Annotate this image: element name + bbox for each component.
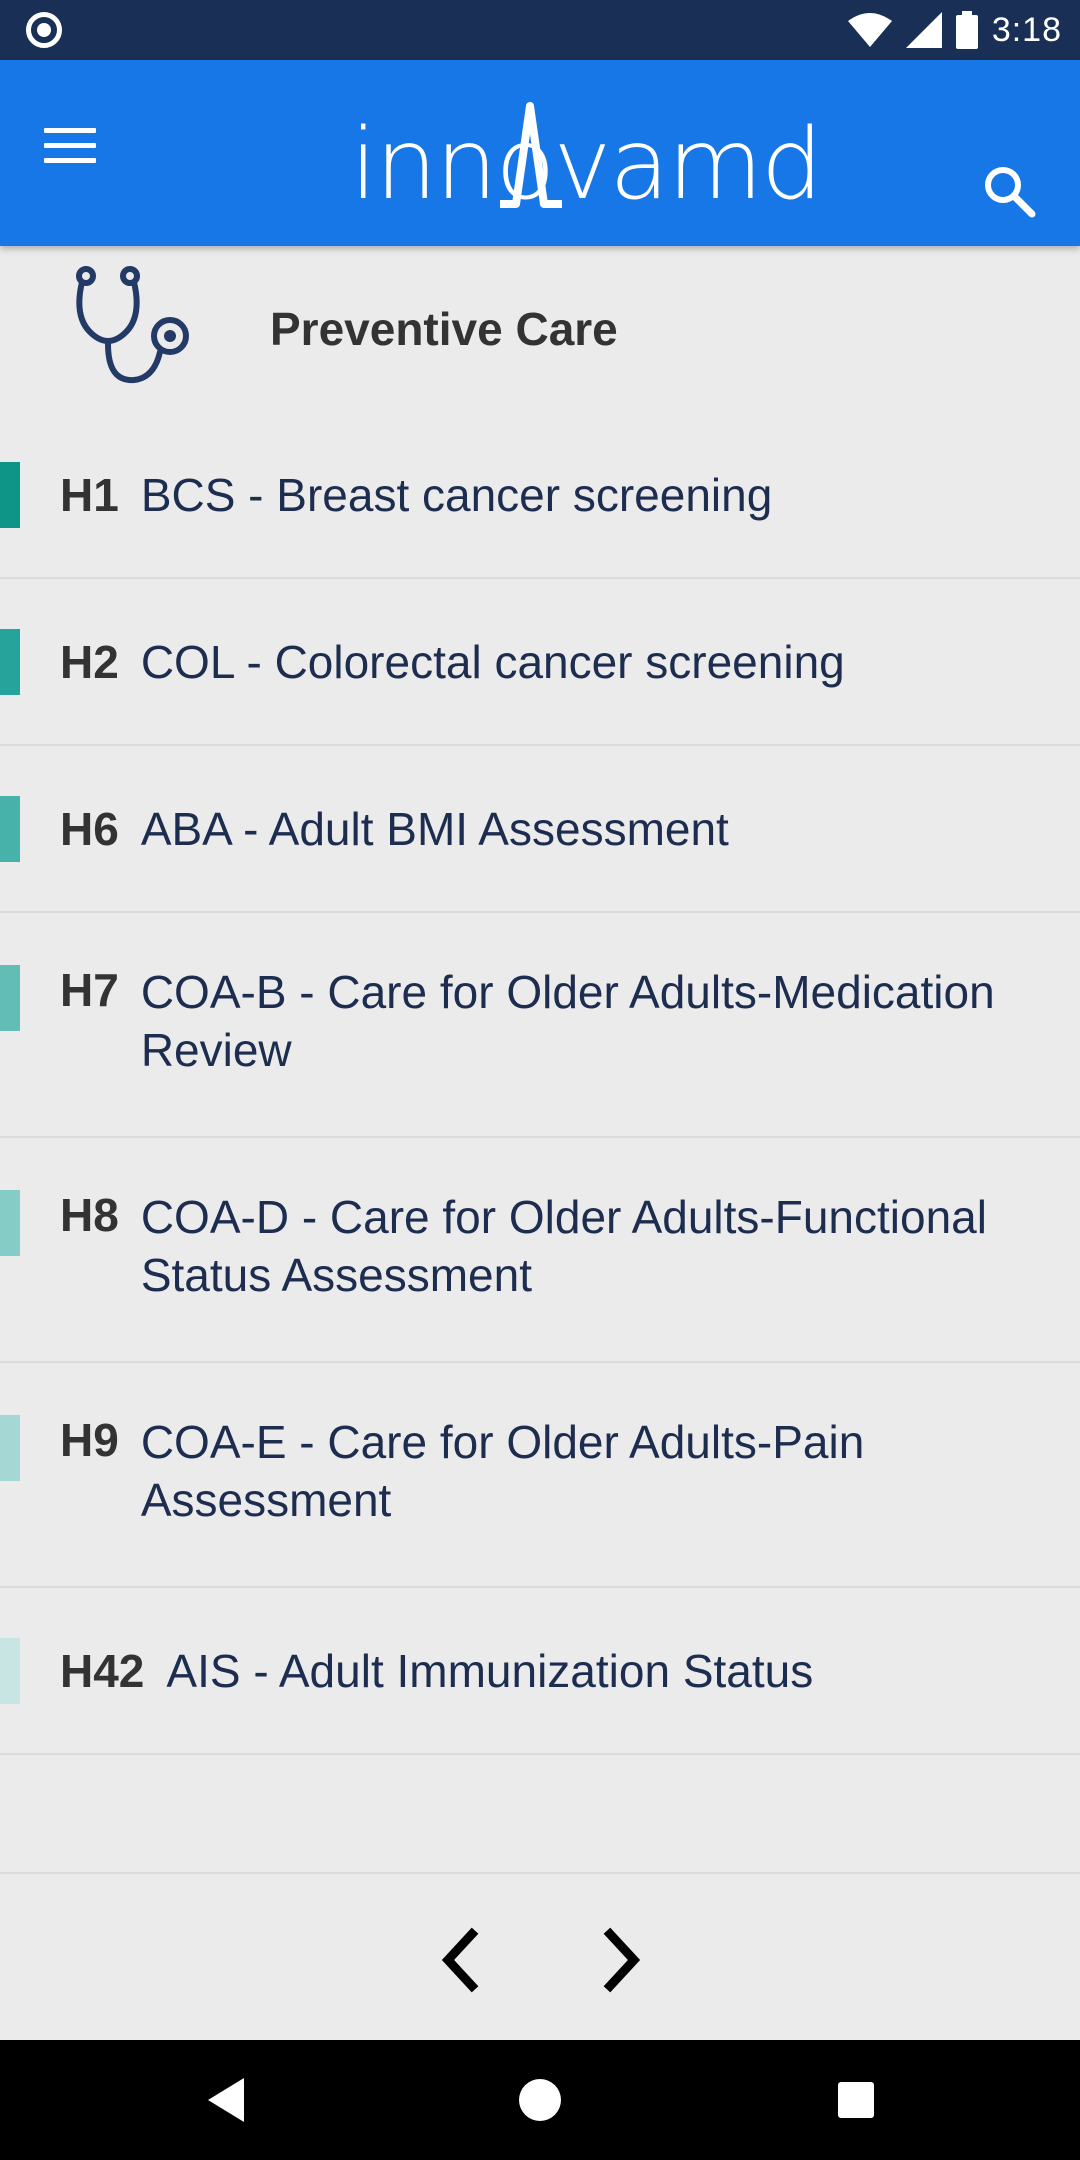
measure-color-bar (0, 1638, 20, 1704)
measure-label: COA-E - Care for Older Adults-Pain Asses… (140, 1416, 865, 1526)
measure-color-bar (0, 1190, 20, 1256)
measure-code: H7 (60, 964, 119, 1016)
chevron-left-icon (441, 1927, 479, 1993)
status-bar: 3:18 (0, 0, 1080, 60)
list-item[interactable]: H42 AIS - Adult Immunization Status (0, 1588, 1080, 1755)
home-circle-icon (519, 2079, 561, 2121)
measure-code: H8 (60, 1189, 119, 1241)
measure-label: ABA - Adult BMI Assessment (140, 802, 729, 855)
back-button[interactable] (200, 2070, 260, 2130)
menu-icon[interactable] (44, 128, 96, 168)
search-icon[interactable] (982, 164, 1036, 218)
signal-icon (905, 12, 942, 48)
measure-label: AIS - Adult Immunization Status (166, 1644, 814, 1697)
measure-label: COA-B - Care for Older Adults-Medication… (140, 966, 995, 1076)
section-title: Preventive Care (270, 303, 618, 355)
list-item[interactable]: H6 ABA - Adult BMI Assessment (0, 746, 1080, 913)
home-button[interactable] (510, 2070, 570, 2130)
measure-label: COA-D - Care for Older Adults-Functional… (140, 1191, 987, 1301)
chevron-right-icon (603, 1927, 641, 1993)
measure-color-bar (0, 629, 20, 695)
notification-icon (26, 12, 62, 48)
measure-code: H9 (60, 1414, 119, 1466)
logo-text: innovamd (350, 108, 823, 222)
measure-code: H42 (60, 1644, 145, 1697)
system-nav-bar (0, 2040, 1080, 2160)
battery-icon (955, 11, 978, 49)
list-item[interactable]: H7 COA-B - Care for Older Adults-Medicat… (0, 913, 1080, 1138)
pager (0, 1872, 1080, 2040)
measure-label: BCS - Breast cancer screening (140, 468, 773, 521)
measure-code: H6 (60, 802, 119, 855)
previous-page-button[interactable] (430, 1920, 490, 2000)
list-item[interactable]: H8 COA-D - Care for Older Adults-Functio… (0, 1138, 1080, 1363)
next-page-button[interactable] (592, 1920, 652, 2000)
measure-list: H1 BCS - Breast cancer screening H2 COL … (0, 412, 1080, 1755)
measure-code: H1 (60, 468, 119, 521)
app-logo: innovamd (340, 86, 823, 236)
list-item[interactable]: H1 BCS - Breast cancer screening (0, 412, 1080, 579)
measure-code: H2 (60, 635, 119, 688)
section-header: Preventive Care (0, 246, 1080, 414)
measure-color-bar (0, 1415, 20, 1481)
recents-button[interactable] (826, 2070, 886, 2130)
app-bar: innovamd (0, 60, 1080, 246)
list-item[interactable]: H9 COA-E - Care for Older Adults-Pain As… (0, 1363, 1080, 1588)
measure-color-bar (0, 796, 20, 862)
measure-label: COL - Colorectal cancer screening (140, 635, 845, 688)
status-time: 3:18 (991, 10, 1062, 49)
list-item[interactable]: H2 COL - Colorectal cancer screening (0, 579, 1080, 746)
recents-square-icon (838, 2082, 874, 2118)
measure-color-bar (0, 965, 20, 1031)
status-right: 3:18 (847, 8, 1062, 52)
stethoscope-icon (76, 266, 189, 384)
measure-color-bar (0, 462, 20, 528)
back-triangle-icon (208, 2078, 244, 2122)
wifi-icon (847, 13, 892, 47)
